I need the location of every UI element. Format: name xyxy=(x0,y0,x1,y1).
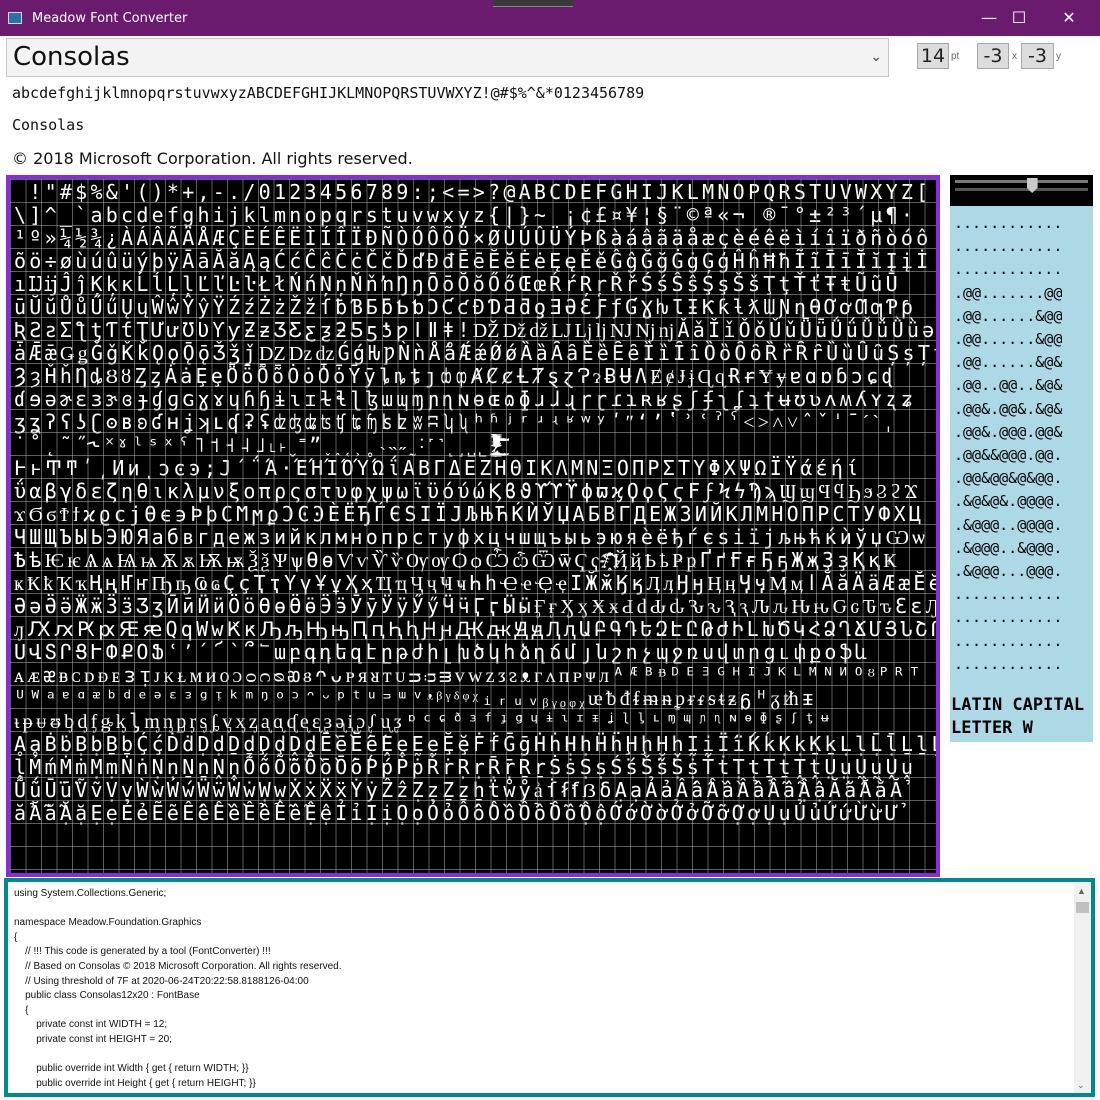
code-line: public override int Width { get { return… xyxy=(14,1063,249,1075)
code-scrollbar[interactable]: ▲ ⌄ xyxy=(1074,882,1091,1093)
maximize-button[interactable]: ☐ xyxy=(996,0,1042,36)
font-family-dropdown[interactable]: Consolas ⌄ xyxy=(6,38,889,77)
bitmap-row: .@@&&@@@.@@. xyxy=(954,446,1063,465)
character-name: LATIN CAPITAL LETTER W xyxy=(951,695,1095,738)
font-size-field[interactable]: 14 xyxy=(917,43,949,69)
sample-characters: abcdefghijklmnopqrstuvwxyzABCDEFGHIJKLMN… xyxy=(12,84,645,102)
font-options-bar: Consolas ⌄ 14 pt -3 x -3 y xyxy=(0,36,1100,80)
code-line: // Using threshold of 7F at 2020-06-24T2… xyxy=(14,975,309,987)
x-offset-field[interactable]: -3 xyxy=(977,43,1009,69)
code-line: // Based on Consolas © 2018 Microsoft Co… xyxy=(14,960,342,972)
scroll-up-icon[interactable]: ▲ xyxy=(1077,886,1086,896)
code-line: public class Consolas12x20 : FontBase xyxy=(14,990,200,1002)
scroll-down-icon[interactable]: ⌄ xyxy=(1077,1080,1085,1091)
glyph-characters[interactable]: !"#$%&'()*+,-./0123456789:;<=>?@ABCDEFGH… xyxy=(14,181,936,873)
bitmap-row: ............ xyxy=(954,608,1063,627)
bitmap-row: ............ xyxy=(954,260,1063,279)
slider-track xyxy=(955,180,1088,183)
font-copyright: © 2018 Microsoft Corporation. All rights… xyxy=(12,149,413,168)
font-family-value: Consolas xyxy=(13,42,130,72)
x-offset-unit: x xyxy=(1012,51,1017,62)
bitmap-row: .@@......&@@ xyxy=(954,330,1063,349)
generated-code-textarea[interactable]: using System.Collections.Generic; namesp… xyxy=(4,878,1095,1097)
y-offset-unit: y xyxy=(1056,51,1061,62)
close-button[interactable]: ✕ xyxy=(1046,0,1092,36)
bitmap-row: ............ xyxy=(954,214,1063,232)
title-bar[interactable]: Meadow Font Converter — ☐ ✕ xyxy=(0,0,1100,36)
bitmap-row: .@@..@@..&@& xyxy=(954,376,1063,395)
bitmap-row: ............ xyxy=(954,654,1063,673)
y-offset-field[interactable]: -3 xyxy=(1021,43,1054,69)
bitmap-row: .@@.......@@ xyxy=(954,283,1063,302)
window-title: Meadow Font Converter xyxy=(32,11,188,26)
code-line: namespace Meadow.Foundation.Graphics xyxy=(14,917,202,929)
glyph-bitmap: .................................... .@@.… xyxy=(954,212,1090,676)
code-line: // !!! This code is generated by a tool … xyxy=(14,946,271,958)
font-size-unit: pt xyxy=(951,51,960,62)
bitmap-row: ............ xyxy=(954,631,1063,650)
bitmap-row: .&@@@..&@@@. xyxy=(954,538,1063,557)
title-drag-handle[interactable] xyxy=(493,0,573,7)
bitmap-row: .&@@@..@@@@. xyxy=(954,515,1063,534)
font-name-preview: Consolas xyxy=(12,116,85,134)
bitmap-row: .&@@@...@@@. xyxy=(954,562,1063,581)
generated-code[interactable]: using System.Collections.Generic; namesp… xyxy=(14,887,342,1091)
code-line: public override int Height { get { retur… xyxy=(14,1077,256,1089)
zoom-slider[interactable] xyxy=(950,175,1093,206)
bitmap-row: .@@......&@@ xyxy=(954,306,1063,325)
glyph-detail-panel: .................................... .@@.… xyxy=(950,175,1093,742)
app-icon xyxy=(8,12,22,24)
bitmap-row: .@@......&@& xyxy=(954,353,1063,372)
slider-track-lower xyxy=(955,188,1088,191)
code-line: { xyxy=(14,931,18,943)
font-converter-window: Meadow Font Converter — ☐ ✕ Consolas ⌄ 1… xyxy=(0,0,1100,1100)
bitmap-row: .&@&@&.@@@@. xyxy=(954,492,1063,511)
bitmap-row: ............ xyxy=(954,585,1063,604)
code-line: { xyxy=(14,1004,29,1016)
code-line: using System.Collections.Generic; xyxy=(14,888,167,899)
scroll-thumb[interactable] xyxy=(1076,902,1089,913)
bitmap-row: .@@&.@@&.&@& xyxy=(954,399,1063,418)
bitmap-row: .@@&.@@@.@@& xyxy=(954,422,1063,441)
code-line: private const int WIDTH = 12; xyxy=(14,1019,168,1031)
bitmap-row: ............ xyxy=(954,237,1063,256)
bitmap-row: .@@&@@&@&@@. xyxy=(954,469,1063,488)
glyph-grid[interactable]: !"#$%&'()*+,-./0123456789:;<=>?@ABCDEFGH… xyxy=(6,175,940,877)
code-line: private const int HEIGHT = 20; xyxy=(14,1033,172,1045)
chevron-down-icon: ⌄ xyxy=(870,49,882,65)
